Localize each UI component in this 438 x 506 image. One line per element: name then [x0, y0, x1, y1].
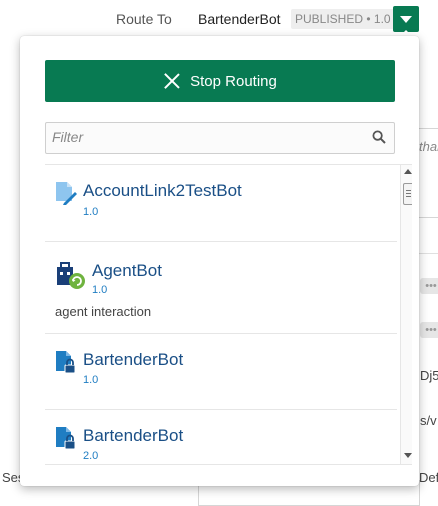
bot-version: 1.0	[92, 284, 108, 296]
list-scrollbar[interactable]	[400, 165, 412, 464]
list-item[interactable]: AgentBot 1.0 agent interaction	[45, 242, 397, 334]
bot-name: AgentBot	[92, 261, 162, 280]
background-text-fragment: Dj5	[420, 368, 438, 383]
selected-bot-name: BartenderBot	[198, 11, 281, 27]
filter-field	[45, 122, 395, 154]
route-to-label: Route To	[116, 11, 172, 27]
stop-routing-label: Stop Routing	[190, 72, 277, 90]
background-text-fragment: s/v	[420, 413, 437, 428]
list-item[interactable]: BartenderBot 2.0	[45, 410, 397, 464]
more-options-icon[interactable]: •••	[420, 278, 438, 294]
close-icon	[163, 72, 181, 90]
bot-description: agent interaction	[55, 304, 152, 319]
route-dropdown-toggle[interactable]	[393, 6, 419, 32]
filter-input[interactable]	[46, 123, 358, 151]
more-options-icon[interactable]: •••	[420, 322, 438, 338]
bot-name: AccountLink2TestBot	[83, 181, 242, 200]
bot-version: 1.0	[83, 206, 99, 218]
scroll-up-arrow-icon[interactable]	[404, 169, 412, 174]
agent-bot-icon	[57, 262, 85, 289]
bot-version: 2.0	[83, 450, 99, 462]
bot-list: AccountLink2TestBot 1.0 AgentBot 1.0 age…	[45, 164, 412, 465]
bot-version: 1.0	[83, 374, 99, 386]
list-item[interactable]: AccountLink2TestBot 1.0	[45, 165, 397, 242]
status-badge: PUBLISHED • 1.0	[291, 9, 395, 29]
background-text-fragment: thar	[419, 139, 438, 154]
search-icon[interactable]	[372, 130, 386, 144]
stop-routing-button[interactable]: Stop Routing	[45, 60, 395, 102]
scroll-thumb[interactable]	[403, 183, 412, 205]
document-edit-icon	[56, 182, 77, 205]
background-text-fragment: Def	[419, 470, 438, 485]
caret-down-icon	[400, 16, 412, 23]
bot-name: BartenderBot	[83, 426, 184, 445]
scroll-down-arrow-icon[interactable]	[404, 453, 412, 458]
locked-document-icon	[56, 351, 76, 374]
list-item[interactable]: BartenderBot 1.0	[45, 334, 397, 410]
locked-document-icon	[56, 427, 76, 450]
route-dropdown-panel: Stop Routing AccountLink2TestBot 1.0	[20, 36, 419, 486]
bot-name: BartenderBot	[83, 350, 184, 369]
